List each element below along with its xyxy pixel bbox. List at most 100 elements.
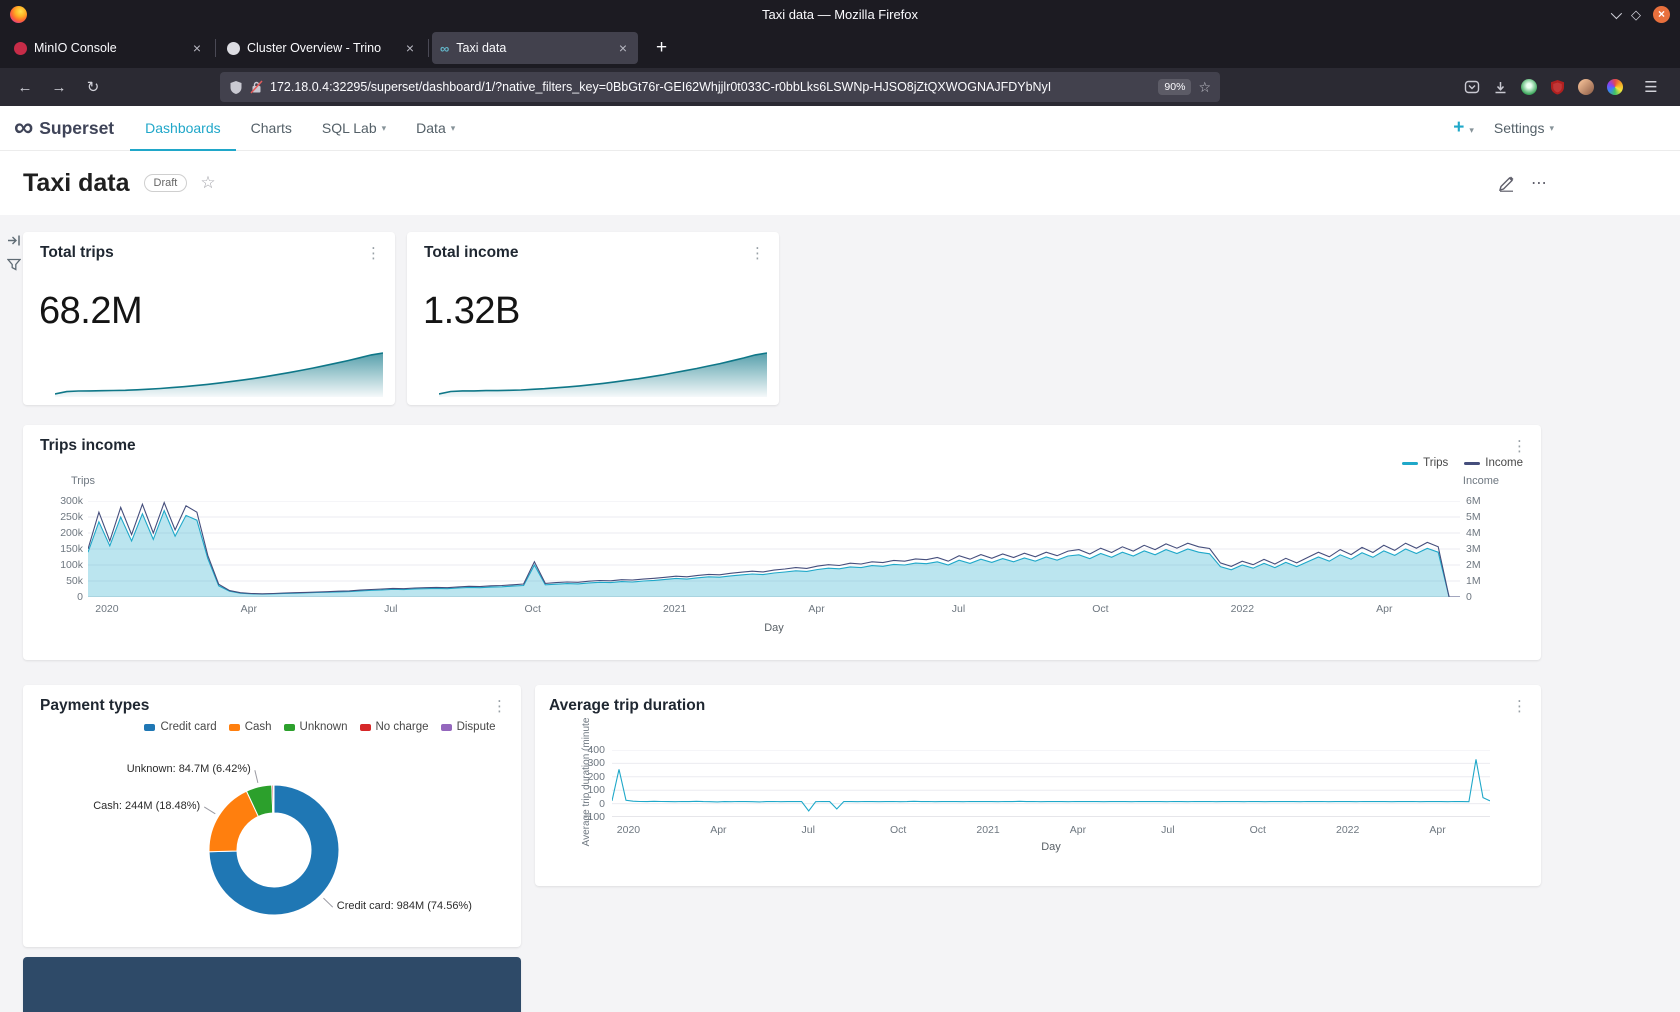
hamburger-menu-button[interactable]: ☰ [1636,80,1666,95]
tab-title: Taxi data [456,41,609,55]
x-axis-tick: 2022 [1231,603,1254,615]
trips-income-plot[interactable] [88,501,1460,597]
caret-down-icon: ▾ [382,123,387,134]
bookmark-star-icon[interactable]: ☆ [1198,79,1211,96]
avg-duration-plot[interactable] [612,750,1490,817]
window-title: Taxi data — Mozilla Firefox [0,7,1680,22]
nav-dashboards[interactable]: Dashboards [130,106,236,151]
ublock-origin-icon[interactable] [1550,79,1565,95]
favorite-star-icon[interactable]: ☆ [200,173,215,193]
legend-item-trips[interactable]: Trips [1402,457,1448,469]
legend-line-icon [1464,462,1480,465]
x-axis-title: Day [88,622,1460,634]
left-axis-tick: 200k [39,527,83,539]
x-axis-tick: 2022 [1336,824,1359,836]
x-axis-tick: Jul [384,603,397,615]
chart-title: Trips income [40,437,136,455]
edit-dashboard-icon[interactable] [1498,175,1515,192]
y-axis-tick: 100 [575,784,605,796]
extension-icon-2[interactable] [1607,79,1623,95]
new-tab-button[interactable]: + [648,37,675,59]
x-axis-tick: 2020 [95,603,118,615]
minimize-button[interactable] [1611,8,1619,21]
settings-menu[interactable]: Settings▾ [1494,120,1554,136]
right-axis-tick: 1M [1466,575,1506,587]
zoom-level-badge[interactable]: 90% [1158,79,1191,95]
tab-trino-cluster[interactable]: Cluster Overview - Trino × [219,32,425,64]
left-axis-tick: 100k [39,559,83,571]
trino-favicon-icon [227,42,240,55]
close-window-button[interactable]: × [1653,6,1670,23]
y-axis-tick: 0 [575,798,605,810]
pie-slice-dispute[interactable] [273,785,274,813]
minio-favicon-icon [14,42,27,55]
chart-card-payment-types: Payment types ⋮ Credit card Cash Unknown… [23,685,521,947]
x-axis-tick: Oct [1250,824,1266,836]
chart-title: Total income [424,244,518,262]
superset-logo[interactable]: ∞ Superset [14,117,114,139]
chart-card-total-income: Total income ⋮ 1.32B [407,232,779,405]
legend-line-icon [1402,462,1418,465]
superset-app: ∞ Superset Dashboards Charts SQL Lab▾ Da… [0,106,1680,1012]
x-axis-tick: Apr [1376,603,1392,615]
forward-button[interactable]: → [44,80,74,95]
superset-header: ∞ Superset Dashboards Charts SQL Lab▾ Da… [0,106,1680,151]
expand-filter-bar-icon[interactable] [7,234,21,247]
chart-card-total-trips: Total trips ⋮ 68.2M [23,232,395,405]
tab-taxi-data[interactable]: ∞ Taxi data × [432,32,638,64]
chart-options-icon[interactable]: ⋮ [1512,697,1527,715]
left-axis-title: Trips [71,475,95,487]
filter-icon[interactable] [7,258,21,271]
plus-icon: + [1453,117,1464,138]
firefox-logo-icon [10,6,27,23]
download-icon[interactable] [1493,80,1508,95]
left-axis-tick: 0 [39,591,83,603]
pocket-icon[interactable] [1464,79,1480,95]
chart-options-icon[interactable]: ⋮ [366,244,381,262]
x-axis-tick: Oct [890,824,906,836]
x-axis-tick: Oct [525,603,541,615]
nav-data[interactable]: Data▾ [401,106,470,151]
x-axis-tick: Jul [952,603,965,615]
browser-toolbar: ← → ↻ 172.18.0.4:32295/superset/dashboar… [0,68,1680,106]
nav-sql-lab[interactable]: SQL Lab▾ [307,106,401,151]
back-button[interactable]: ← [10,80,40,95]
x-axis-tick: Apr [808,603,824,615]
left-axis-tick: 150k [39,543,83,555]
url-bar[interactable]: 172.18.0.4:32295/superset/dashboard/1/?n… [220,72,1220,102]
legend-item-income[interactable]: Income [1464,457,1523,469]
tab-close-icon[interactable]: × [616,40,630,56]
chart-options-icon[interactable]: ⋮ [1512,437,1527,455]
right-axis-title: Income [1463,475,1499,487]
caret-down-icon: ▾ [1469,125,1474,135]
dashboard-more-menu[interactable]: ⋯ [1531,173,1548,193]
y-axis-tick: 200 [575,771,605,783]
avatar-extension-icon[interactable] [1578,79,1594,95]
dashboard-title-row: Taxi data Draft ☆ ⋯ [0,151,1680,215]
total-income-sparkline [439,350,767,397]
url-text[interactable]: 172.18.0.4:32295/superset/dashboard/1/?n… [270,80,1151,94]
tab-title: Cluster Overview - Trino [247,41,396,55]
chart-options-icon[interactable]: ⋮ [750,244,765,262]
tab-strip: MinIO Console × Cluster Overview - Trino… [0,28,1680,68]
left-axis-tick: 50k [39,575,83,587]
tracking-protection-shield-icon[interactable] [229,80,243,95]
add-new-button[interactable]: +▾ [1453,117,1474,139]
tab-minio-console[interactable]: MinIO Console × [6,32,212,64]
tab-close-icon[interactable]: × [403,40,417,56]
y-axis-tick: -100 [575,811,605,823]
dashboard-grid: Total trips ⋮ 68.2M Total income ⋮ 1.32B… [0,215,1680,1012]
x-axis-tick: Apr [710,824,726,836]
x-axis-tick: Apr [1070,824,1086,836]
nav-charts[interactable]: Charts [236,106,307,151]
left-axis-tick: 300k [39,495,83,507]
maximize-button[interactable]: ◇ [1631,8,1641,21]
tab-close-icon[interactable]: × [190,40,204,56]
insecure-lock-icon[interactable] [250,80,263,94]
reload-button[interactable]: ↻ [78,80,108,95]
x-axis-tick: 2020 [617,824,640,836]
x-axis-title: Day [612,841,1490,853]
extension-icon-1[interactable] [1521,79,1537,95]
total-trips-sparkline [55,350,383,397]
right-axis-tick: 6M [1466,495,1506,507]
